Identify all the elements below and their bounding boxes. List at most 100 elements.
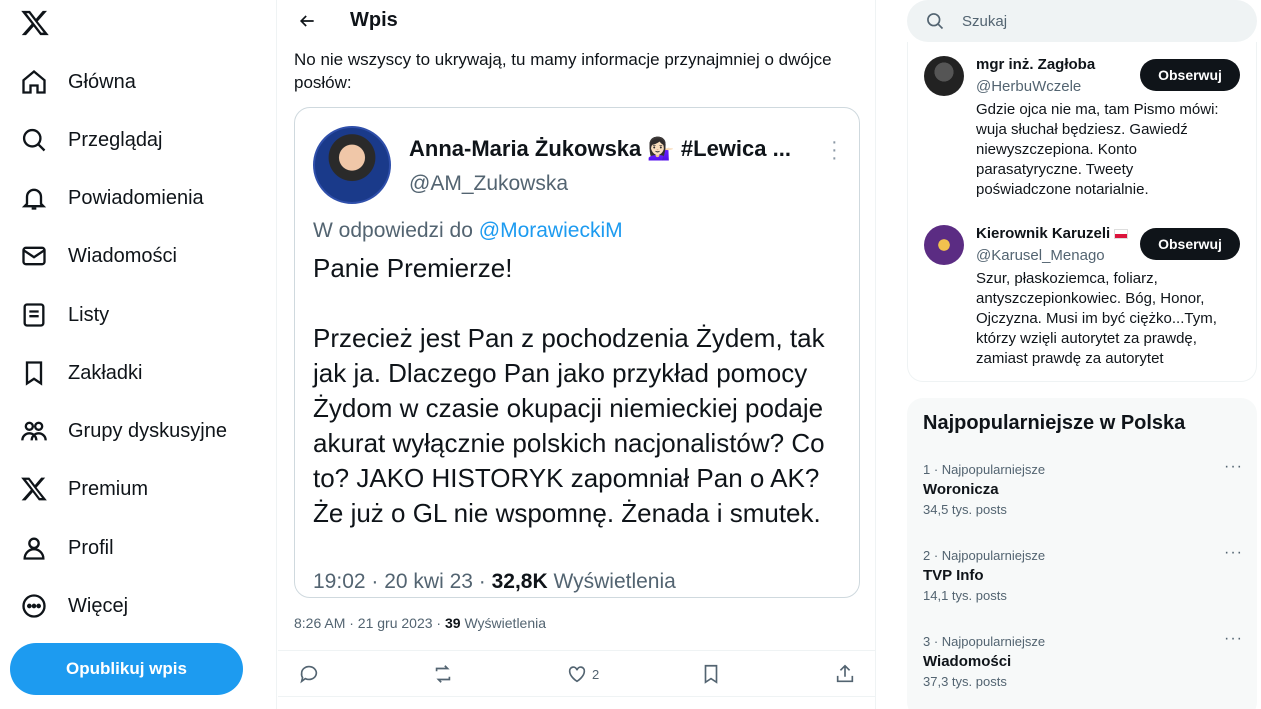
trends-title: Najpopularniejsze w Polska [923,412,1186,434]
repost-icon [435,665,451,683]
trend-count: 37,3 tys. posts [923,674,1007,689]
nav-label-bookmarks: Zakładki [68,361,143,384]
reply-mention-link: @MorawieckiM [478,219,623,242]
more-horizontal-icon[interactable]: ··· [1224,458,1243,476]
trend-item[interactable]: 2 · Najpopularniejsze TVP Info 14,1 tys.… [923,544,1243,603]
poland-flag-icon [1114,229,1129,240]
bookmark-icon [25,361,43,386]
left-sidebar: Główna Przeglądaj Powiadomienia Wiadomoś… [0,0,277,709]
right-sidebar: Szukaj mgr inż. Zagłoba @HerbuWczele Gdz… [877,0,1261,709]
trend-category: 2 · Najpopularniejsze [923,548,1046,563]
suggested-user-bio: Szur, płaskoziemca, foliarz, antyszczepi… [976,270,1217,367]
envelope-icon [22,246,46,266]
trend-count: 34,5 tys. posts [923,502,1007,517]
suggested-user-name: Kierownik Karuzeli [976,225,1129,242]
trend-item[interactable]: 3 · Najpopularniejsze Wiadomości 37,3 ty… [923,630,1243,689]
nav-item-profile[interactable]: Profil [20,528,114,568]
nav-label-profile: Profil [68,536,114,559]
page-title: Wpis [350,9,398,31]
trend-category: 1 · Najpopularniejsze [923,462,1046,477]
nav-label-more: Więcej [68,594,129,617]
nav-item-messages[interactable]: Wiadomości [20,236,177,276]
arrow-left-icon [299,15,314,27]
share-button[interactable] [834,663,856,685]
quoted-post-meta: 19:02 · 20 kwi 23 · 32,8K Wyświetlenia [313,570,676,594]
suggested-user-bio: Gdzie ojca nie ma, tam Pismo mówi: wuja … [976,101,1219,198]
more-horizontal-icon[interactable]: ··· [1224,544,1243,562]
quoted-author-name: Anna-Maria Żukowska 💁🏻‍♀️ #Lewica ... [409,136,791,161]
x-logo-icon[interactable] [20,8,50,38]
heart-icon [568,666,586,683]
search-icon [22,128,46,152]
follow-button[interactable]: Obserwuj [1140,228,1240,260]
trends-card: Najpopularniejsze w Polska 1 · Najpopula… [907,398,1257,709]
nav-item-notifications[interactable]: Powiadomienia [20,178,204,218]
post-text: No nie wszyscy to ukrywają, tu mamy info… [294,50,832,92]
quoted-post-image[interactable]: Anna-Maria Żukowska 💁🏻‍♀️ #Lewica ... @A… [294,107,860,598]
nav-label-lists: Listy [68,303,110,326]
bookmark-icon [704,664,718,684]
quoted-meta-views-label: Wyświetlenia [547,570,676,593]
post-meta-time: 8:26 AM · 21 gru 2023 · [294,615,445,631]
bookmark-button[interactable] [700,663,722,685]
trend-name: Woronicza [923,481,999,498]
reply-prefix: W odpowiedzi do [313,219,473,242]
quoted-post-body: Panie Premierze! Przecież jest Pan z poc… [313,253,825,528]
search-icon [927,13,944,30]
suggested-user-name-text: Kierownik Karuzeli [976,225,1111,242]
nav-item-premium[interactable]: Premium [20,469,148,509]
suggested-user-handle: @HerbuWczele [976,78,1082,95]
quoted-author-handle: @AM_Zukowska [409,172,569,195]
avatar [924,225,964,265]
like-button[interactable]: 2 [566,663,599,685]
post-actions-bar: 2 [278,650,876,697]
quoted-meta-time: 19:02 · 20 kwi 23 · [313,570,492,593]
suggested-user-handle: @Karusel_Menago [976,247,1105,264]
nav-label-explore: Przeglądaj [68,128,163,151]
who-to-follow-card: mgr inż. Zagłoba @HerbuWczele Gdzie ojca… [907,42,1257,382]
nav-label-home: Główna [68,70,136,93]
publish-post-button[interactable]: Opublikuj wpis [10,643,243,695]
nav-item-more[interactable]: Więcej [20,586,128,626]
avatar [924,56,964,96]
nav-item-communities[interactable]: Grupy dyskusyjne [20,411,227,451]
more-circle-icon [22,594,46,618]
person-icon [23,537,45,560]
x-logo-icon [21,477,47,501]
home-icon [22,69,46,94]
suggested-user-name: mgr inż. Zagłoba [976,56,1096,73]
app-root: Główna Przeglądaj Powiadomienia Wiadomoś… [0,0,1261,709]
quoted-reply-line: W odpowiedzi do @MorawieckiM [313,219,623,243]
search-placeholder: Szukaj [962,12,1008,30]
post-meta-views-label: Wyświetlenia [460,615,547,631]
post-meta: 8:26 AM · 21 gru 2023 · 39 Wyświetlenia [294,615,546,631]
bell-icon [21,188,47,210]
trend-item[interactable]: 1 · Najpopularniejsze Woronicza 34,5 tys… [923,458,1243,517]
nav-item-explore[interactable]: Przeglądaj [20,120,163,160]
back-button[interactable] [292,6,322,36]
more-vertical-icon: · · · [831,131,838,169]
main-column: Wpis No nie wszyscy to ukrywają, tu mamy… [278,0,876,709]
communities-icon [21,421,47,441]
share-icon [836,664,854,683]
nav-label-communities: Grupy dyskusyjne [68,419,227,442]
trend-name: Wiadomości [923,653,1012,670]
list-icon [23,303,45,327]
nav-item-lists[interactable]: Listy [20,295,109,335]
follow-button[interactable]: Obserwuj [1140,59,1240,91]
nav-label-premium: Premium [68,477,149,500]
nav-label-messages: Wiadomości [68,244,177,267]
more-horizontal-icon[interactable]: ··· [1224,630,1243,648]
like-count: 2 [592,666,600,682]
reply-button[interactable] [298,663,320,685]
nav-item-home[interactable]: Główna [20,62,136,102]
trend-category: 3 · Najpopularniejsze [923,634,1046,649]
avatar [313,126,391,204]
trend-count: 14,1 tys. posts [923,588,1007,603]
nav-label-notifications: Powiadomienia [68,186,204,209]
nav-item-bookmarks[interactable]: Zakładki [20,353,142,393]
search-input[interactable]: Szukaj [907,0,1257,42]
quoted-meta-views: 32,8K [491,570,548,593]
trend-name: TVP Info [923,567,984,584]
repost-button[interactable] [432,663,454,685]
